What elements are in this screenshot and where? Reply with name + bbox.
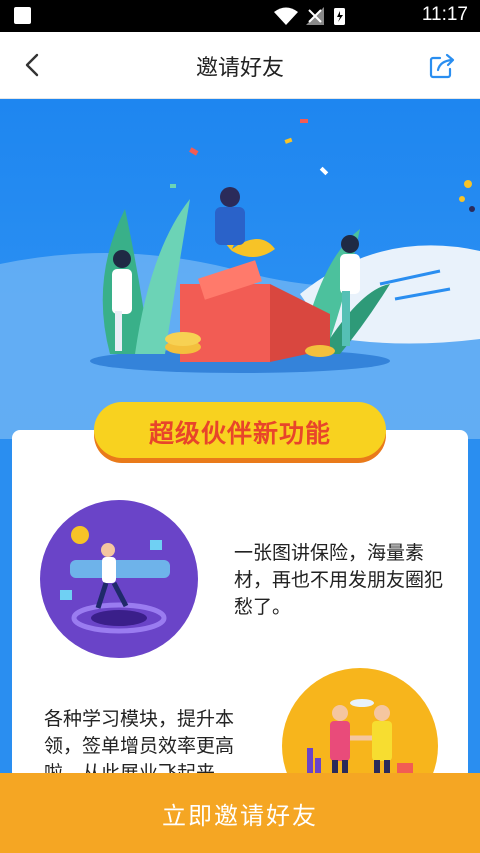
status-bar: 11:17	[0, 0, 480, 32]
status-time: 11:17	[421, 4, 468, 25]
page-title: 邀请好友	[195, 56, 284, 81]
status-icons	[274, 7, 345, 25]
learning-illustration	[40, 500, 198, 658]
feature-banner: 超级伙伴新功能	[94, 402, 386, 458]
nav-bar: 邀请好友	[0, 32, 480, 99]
feature-text-1: 一张图讲保险，海量素材，再也不用发朋友圈犯愁了。	[234, 542, 444, 618]
vr-person-icon	[60, 526, 170, 634]
hero-illustration	[0, 99, 480, 439]
invite-button-label: 立即邀请好友	[162, 803, 318, 830]
notification-icon	[14, 7, 31, 24]
wifi-icon	[274, 7, 298, 25]
banner-label: 超级伙伴新功能	[148, 419, 331, 448]
invite-friends-button[interactable]: 立即邀请好友	[0, 773, 480, 853]
celebration-illustration	[0, 119, 480, 439]
share-icon[interactable]	[428, 52, 456, 80]
